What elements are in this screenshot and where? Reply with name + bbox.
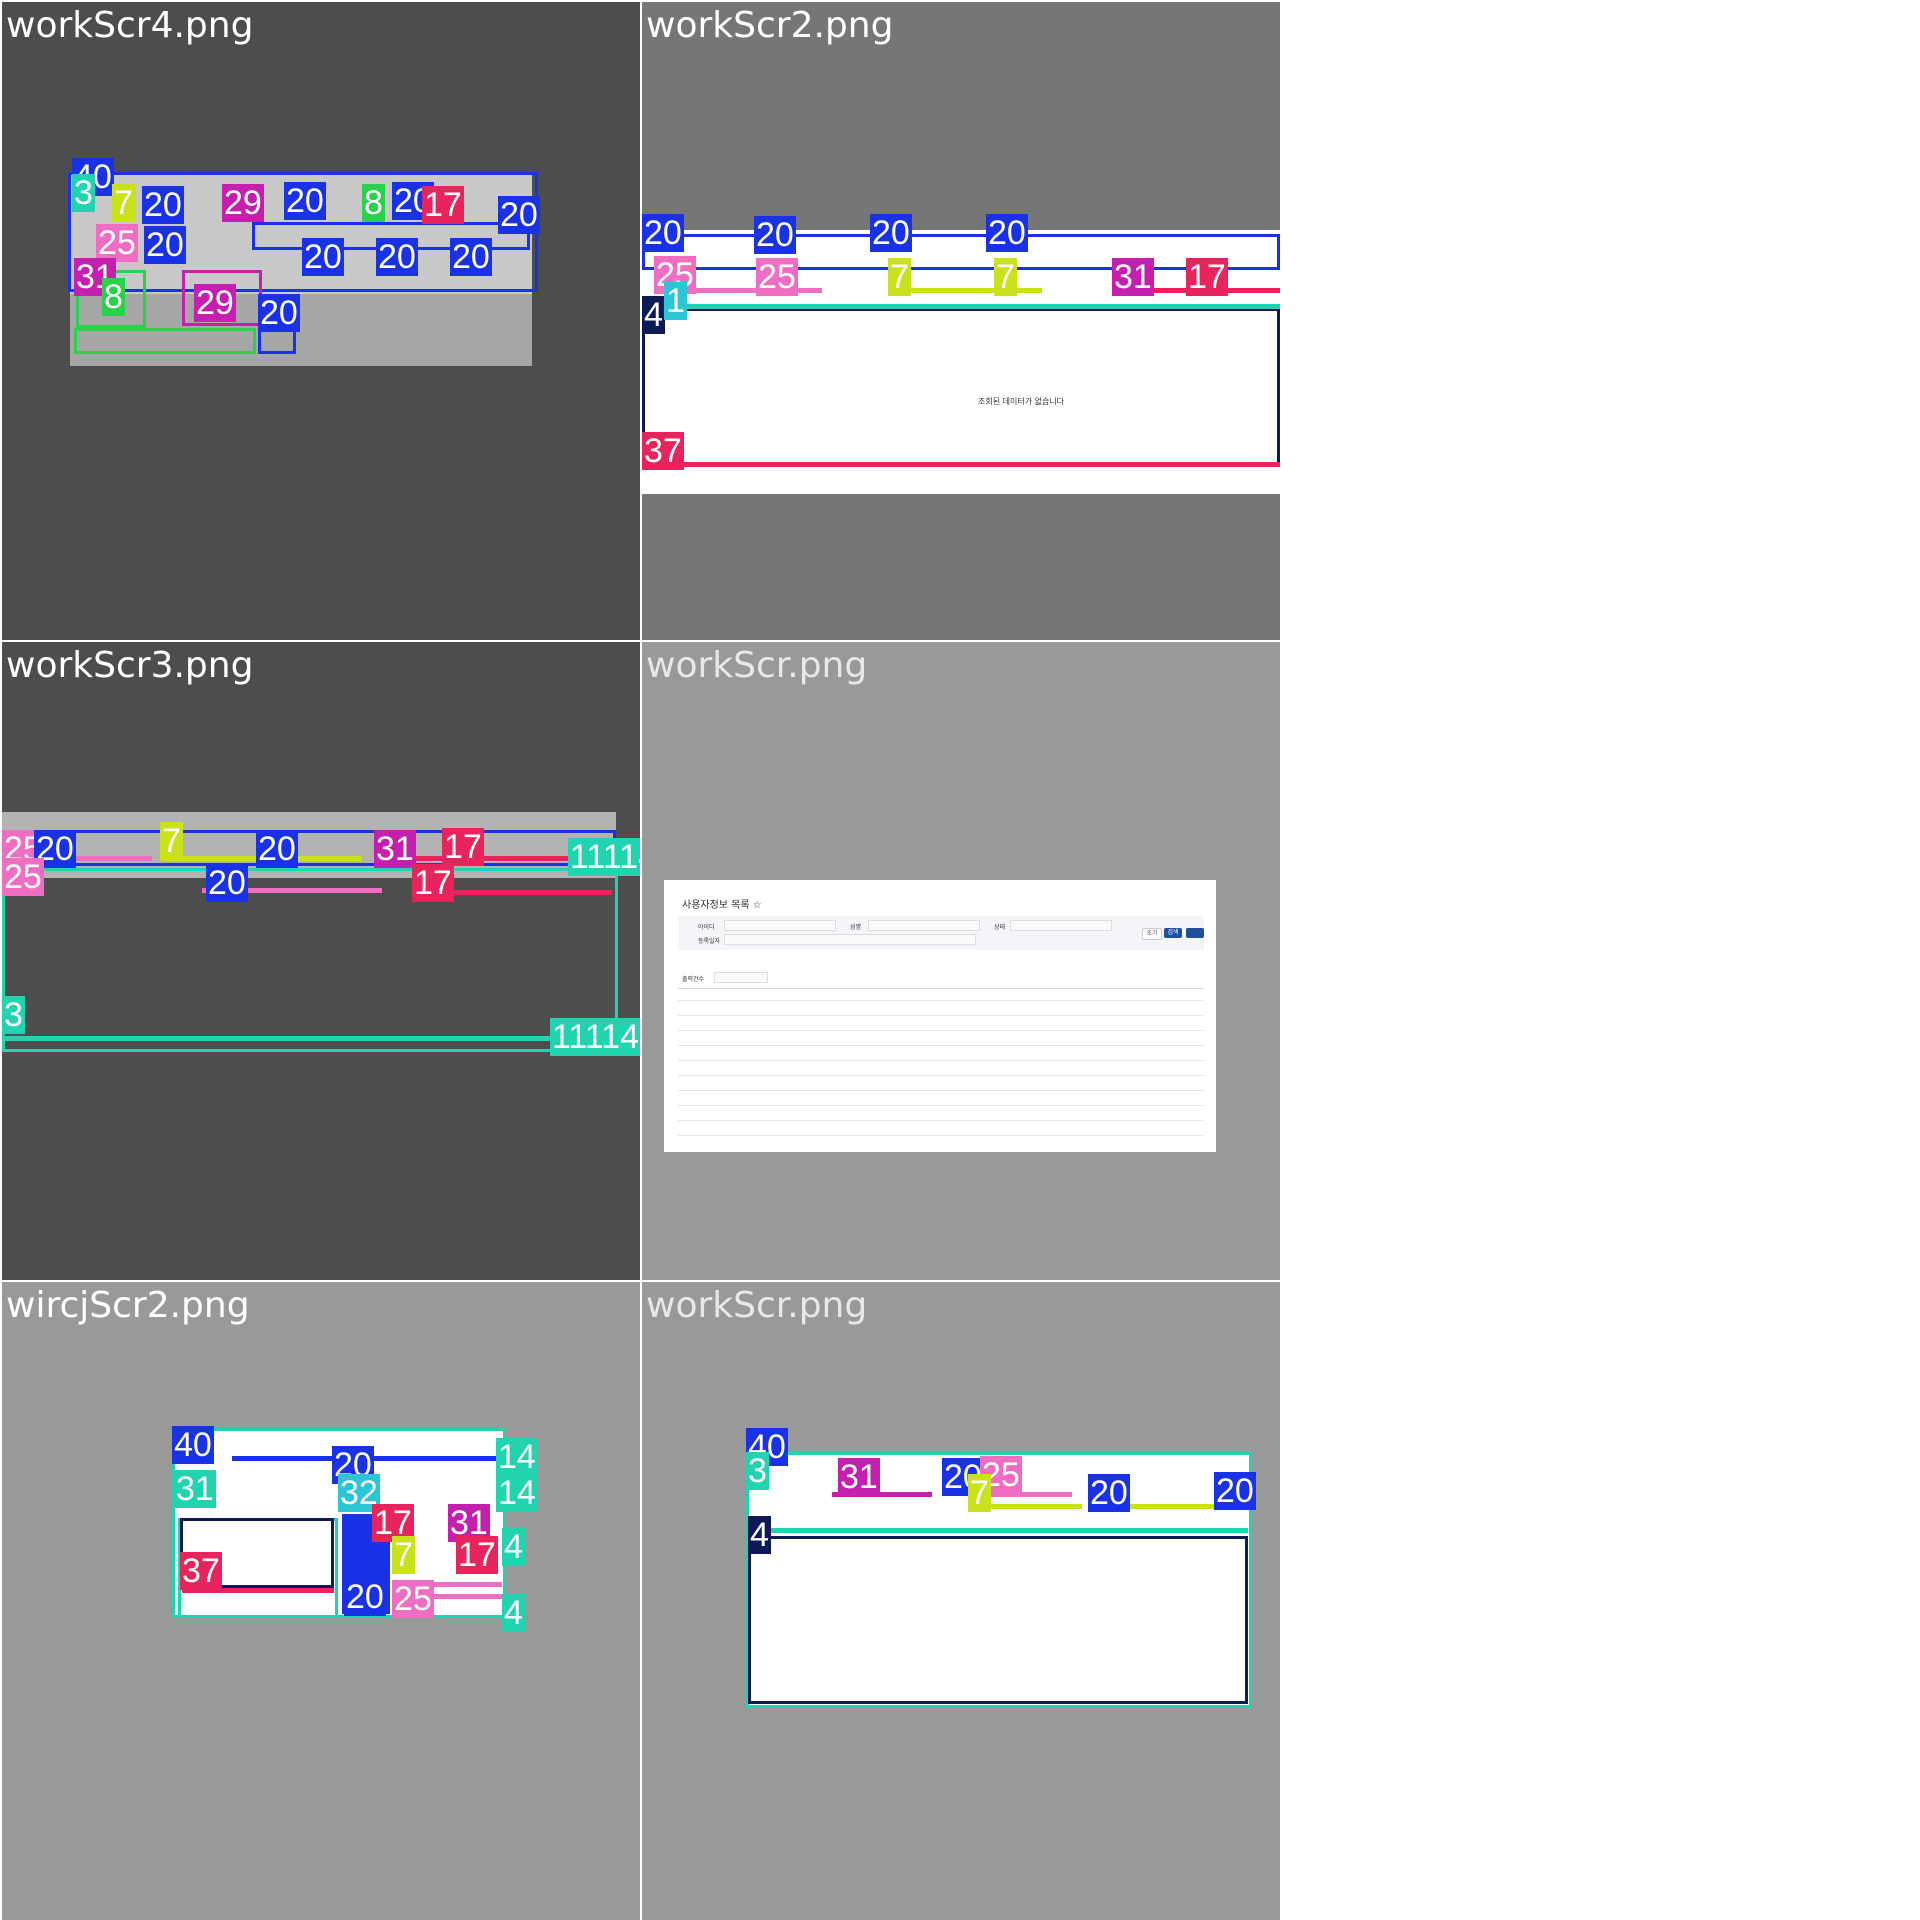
status-select[interactable] [1010,920,1112,931]
register-button[interactable] [1186,928,1204,938]
annotation-bar [2,1036,618,1041]
id-input[interactable] [724,920,836,931]
annotation-label: 4 [502,1594,525,1632]
annotation-label: 31 [838,1458,880,1496]
annotation-label: 8 [362,184,385,222]
annotation-label: 31 [374,830,416,868]
annotation-label: 20 [376,238,418,276]
grid-divider [640,0,642,1920]
annotation-label: 20 [1214,1472,1256,1510]
label-id: 아이디 [698,924,715,931]
tile-workscr-clean: workScr.png 사용자정보 목록 ☆ 아이디 성명 상태 등록일자 초기… [642,642,1280,1280]
annotation-label: 20 [642,214,684,252]
page-size-select[interactable] [714,972,768,983]
annotation-label: 29 [194,284,236,322]
tile-wircjscr2: wircjScr2.png 40 31 20 14 32 14 17 31 7 … [2,1282,640,1920]
annotation-label: 14 [496,1474,538,1512]
annotation-label: 11114 [568,838,640,876]
label-name: 성명 [850,924,862,931]
annotation-label: 40 [172,1426,214,1464]
annotation-label: 20 [256,830,298,868]
tile-filename: workScr.png [646,1285,868,1326]
annotation-label: 20 [302,238,344,276]
annotation-label: 14 [496,1438,538,1476]
label-status: 상태 [994,924,1006,931]
annotation-label: 20 [142,186,184,224]
annotation-label: 4 [748,1516,771,1554]
annotation-label: 3 [72,174,95,212]
annotation-bar [748,1528,1248,1533]
label-reg-date: 등록일자 [698,938,721,945]
annotation-label: 20 [344,1578,386,1616]
annotation-label: 20 [498,196,540,234]
annotation-label: 7 [994,258,1017,296]
annotation-label: 3 [2,996,25,1034]
tile-workscr-annotated: workScr.png 40 3 31 20 25 7 20 20 4 [642,1282,1280,1920]
annotation-label: 3 [746,1452,769,1490]
annotation-label: 25 [756,258,798,296]
annotation-label: 20 [870,214,912,252]
annotation-label: 11114 [550,1018,640,1056]
user-list-screen: 사용자정보 목록 ☆ 아이디 성명 상태 등록일자 초기 검색 출력건수 [664,880,1216,1152]
annotation-label: 17 [442,828,484,866]
annotation-label: 20 [206,864,248,902]
annotation-label: 17 [412,864,454,902]
page-title: 사용자정보 목록 ☆ [682,900,762,911]
annotation-box [2,868,618,1052]
annotation-label: 20 [258,294,300,332]
search-button[interactable]: 검색 [1164,928,1182,938]
annotation-label: 7 [112,184,135,222]
annotation-label: 17 [1186,258,1228,296]
annotation-label: 25 [2,858,44,896]
annotation-label: 1 [664,282,687,320]
annotation-label: 20 [284,182,326,220]
annotation-label: 20 [144,226,186,264]
tile-filename: workScr.png [646,645,868,686]
page-size-label: 출력건수 [682,976,705,983]
annotation-label: 7 [888,258,911,296]
tile-filename: workScr2.png [646,5,894,46]
grid-divider [0,1280,1282,1282]
annotation-box [74,328,256,354]
annotation-label: 20 [754,216,796,254]
annotation-label: 25 [392,1580,434,1618]
annotation-label: 25 [96,224,138,262]
annotation-bar [682,288,822,293]
tile-workscr4: workScr4.png 40 3 7 20 29 20 8 20 17 20 … [2,2,640,640]
annotation-label: 7 [160,822,183,860]
grid-divider [0,640,1282,642]
annotation-box [642,234,1280,270]
annotation-bar [642,462,1280,467]
reg-date-input[interactable] [724,934,976,945]
tile-filename: workScr4.png [6,5,254,46]
annotation-label: 17 [422,186,464,224]
annotation-bar [642,304,1280,309]
annotation-bar [892,288,1042,293]
annotation-label: 37 [642,432,684,470]
annotation-label: 20 [986,214,1028,252]
annotation-box [748,1536,1248,1704]
annotation-label: 7 [392,1536,415,1574]
annotation-label: 20 [450,238,492,276]
annotation-label: 31 [1112,258,1154,296]
annotation-label: 29 [222,184,264,222]
annotation-label: 37 [180,1552,222,1590]
annotation-label: 31 [174,1470,216,1508]
annotation-label: 4 [502,1528,525,1566]
reset-button[interactable]: 초기 [1142,928,1162,940]
tile-workscr2: workScr2.png 조회된 데이터가 없습니다 20 20 20 20 2… [642,2,1280,640]
name-input[interactable] [868,920,980,931]
tile-filename: workScr3.png [6,645,254,686]
user-table [678,988,1204,1144]
annotation-label: 20 [1088,1474,1130,1512]
annotation-box [642,308,1280,466]
annotation-label: 4 [642,296,665,334]
tile-workscr3: workScr3.png 25 20 7 20 31 17 11114 25 2… [2,642,640,1280]
annotation-label: 17 [456,1536,498,1574]
tile-filename: wircjScr2.png [6,1285,250,1326]
annotation-label: 7 [968,1474,991,1512]
annotation-label: 8 [102,278,125,316]
